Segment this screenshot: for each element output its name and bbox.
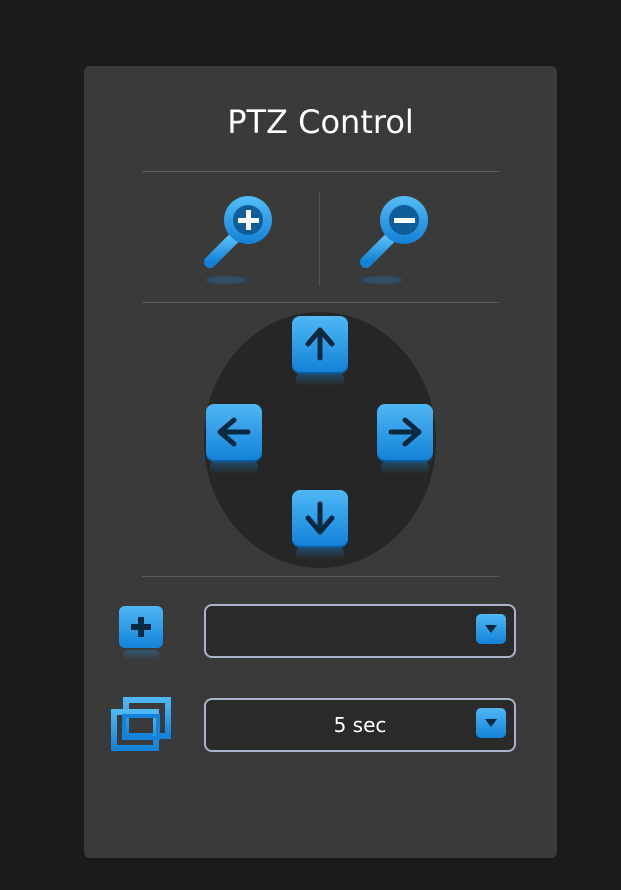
interval-select-value: 5 sec xyxy=(333,713,387,737)
add-preset-button[interactable] xyxy=(119,606,163,660)
divider-bottom xyxy=(142,576,499,577)
arrow-right-icon xyxy=(388,417,422,447)
tour-button[interactable] xyxy=(108,694,174,756)
ptz-control-panel: PTZ Control 5 sec xyxy=(84,66,557,858)
pan-down-button[interactable] xyxy=(292,490,348,560)
zoom-out-button[interactable] xyxy=(352,190,442,290)
pan-up-button[interactable] xyxy=(292,316,348,386)
pan-right-button[interactable] xyxy=(377,404,433,474)
pan-left-button[interactable] xyxy=(206,404,262,474)
divider-middle xyxy=(142,302,499,303)
interval-dropdown-button[interactable] xyxy=(476,708,506,738)
zoom-divider xyxy=(319,192,320,286)
zoom-out-icon xyxy=(360,196,428,284)
zoom-in-button[interactable] xyxy=(196,190,286,290)
interval-select[interactable]: 5 sec xyxy=(204,698,516,752)
chevron-down-icon xyxy=(485,625,497,633)
divider-top xyxy=(142,171,499,172)
plus-icon xyxy=(131,617,151,637)
preset-select[interactable] xyxy=(204,604,516,658)
preset-dropdown-button[interactable] xyxy=(476,614,506,644)
zoom-in-icon xyxy=(204,196,272,284)
chevron-down-icon xyxy=(485,719,497,727)
preset-select-value xyxy=(206,606,514,656)
frames-icon xyxy=(111,697,171,751)
arrow-left-icon xyxy=(217,417,251,447)
arrow-up-icon xyxy=(305,327,335,361)
arrow-down-icon xyxy=(305,501,335,535)
panel-title: PTZ Control xyxy=(227,103,414,141)
